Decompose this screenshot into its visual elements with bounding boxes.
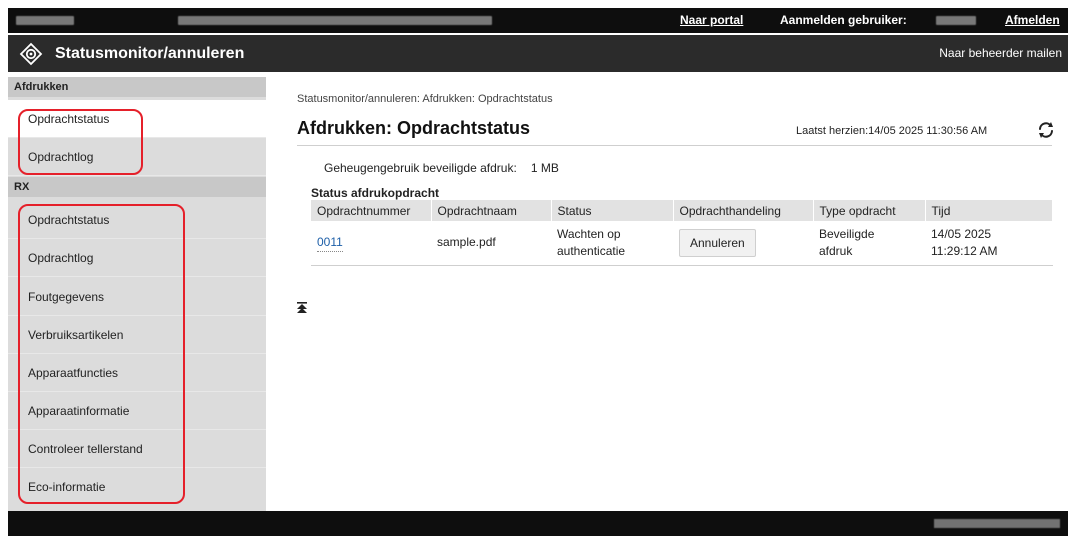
memory-usage: Geheugengebruik beveiligde afdruk: 1 MB [324,161,559,175]
portal-link[interactable]: Naar portal [680,13,743,27]
sidebar-item-print-job-status[interactable]: Opdrachtstatus [8,100,266,138]
job-status-line1: Wachten op [557,226,621,241]
sidebar-item-check-counter[interactable]: Controleer tellerstand [8,430,266,468]
table-row: 0011 sample.pdf Wachten op authenticatie… [311,221,1053,266]
job-type-line1: Beveiligde [819,226,875,241]
page-title: Afdrukken: Opdrachtstatus [297,118,531,138]
memory-value: 1 MB [530,161,559,175]
sidebar-item-rx-job-log[interactable]: Opdrachtlog [8,239,266,277]
column-header-job-number: Opdrachtnummer [311,200,432,221]
sidebar-item-rx-job-status[interactable]: Opdrachtstatus [8,201,266,239]
column-header-time: Tijd [925,200,1053,221]
username-blurred [936,16,976,25]
job-name-cell: sample.pdf [431,221,551,266]
sidebar-item-device-information[interactable]: Apparaatinformatie [8,392,266,430]
job-number-cell: 0011 [311,221,431,266]
title-bar: Statusmonitor/annuleren Naar beheerder m… [8,35,1068,72]
title-divider [297,145,1052,146]
refresh-icon[interactable] [1036,120,1056,140]
app-title: Statusmonitor/annuleren [55,45,245,62]
section-title: Status afdrukopdracht [311,186,440,200]
job-type-line2: afdruk [819,243,853,258]
column-header-job-action: Opdrachthandeling [673,200,814,221]
job-action-cell: Annuleren [673,221,813,266]
sidebar-item-device-functions[interactable]: Apparaatfuncties [8,354,266,392]
job-time-line2: 11:29:12 AM [931,243,998,258]
footer-bar [8,511,1068,536]
sidebar-heading-print: Afdrukken [8,77,266,97]
job-status-line2: authenticatie [557,243,626,258]
job-time-line1: 14/05 2025 [931,226,992,241]
sidebar-item-eco-information[interactable]: Eco-informatie [8,468,266,506]
logout-link[interactable]: Afmelden [1005,13,1060,27]
job-number-link[interactable]: 0011 [317,235,343,253]
product-name-blurred [16,16,74,25]
sidebar-item-print-job-log[interactable]: Opdrachtlog [8,138,266,176]
sidebar: Afdrukken Opdrachtstatus Opdrachtlog RX … [8,77,266,511]
device-logo-icon [19,42,43,66]
copyright-blurred [934,519,1060,528]
column-header-job-name: Opdrachtnaam [431,200,552,221]
sidebar-item-error-info[interactable]: Foutgegevens [8,278,266,316]
top-bar: Naar portal Aanmelden gebruiker: Afmelde… [8,8,1068,33]
job-status-cell: Wachten op authenticatie [551,221,673,266]
job-type-cell: Beveiligde afdruk [813,221,925,266]
job-time-cell: 14/05 2025 11:29:12 AM [925,221,1053,266]
column-header-status: Status [551,200,674,221]
device-name-blurred [178,16,492,25]
cancel-button[interactable]: Annuleren [679,228,756,257]
back-to-top-icon[interactable] [296,302,308,314]
print-job-table: Opdrachtnummer Opdrachtnaam Status Opdra… [311,200,1053,266]
column-header-job-type: Type opdracht [813,200,926,221]
table-header-row: Opdrachtnummer Opdrachtnaam Status Opdra… [311,200,1053,221]
memory-label: Geheugengebruik beveiligde afdruk: [324,161,517,175]
mail-admin-link[interactable]: Naar beheerder mailen [939,46,1062,60]
login-user-label: Aanmelden gebruiker: [780,13,907,27]
sidebar-heading-rx: RX [8,177,266,197]
last-updated-text: Laatst herzien:14/05 2025 11:30:56 AM [796,125,988,137]
sidebar-item-consumables[interactable]: Verbruiksartikelen [8,316,266,354]
breadcrumb: Statusmonitor/annuleren: Afdrukken: Opdr… [297,93,553,105]
main-content: Statusmonitor/annuleren: Afdrukken: Opdr… [266,77,1068,511]
